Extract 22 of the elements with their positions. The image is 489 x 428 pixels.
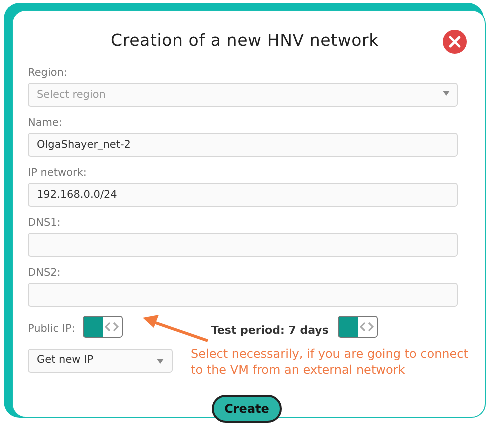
annotation-arrow bbox=[141, 313, 211, 343]
field-label: DNS2: bbox=[28, 266, 62, 281]
text-field[interactable]: 192.168.0.0/24 bbox=[28, 183, 458, 207]
text-field[interactable] bbox=[28, 233, 458, 257]
field-label: Name: bbox=[28, 116, 64, 131]
field-label: DNS1: bbox=[28, 216, 62, 231]
text-field[interactable] bbox=[28, 283, 458, 307]
toggle-switch[interactable] bbox=[83, 316, 124, 338]
annotation-text: Select necessarily, if you are going to connect to the VM from an external network bbox=[191, 346, 470, 378]
ip-dropdown[interactable]: Get new IP bbox=[28, 349, 173, 373]
region-dropdown[interactable]: Select region bbox=[28, 83, 458, 107]
caret-icon bbox=[443, 91, 450, 96]
text-field[interactable]: OlgaShayer_net-2 bbox=[28, 133, 458, 157]
field-label: Region: bbox=[28, 66, 68, 81]
close-icon[interactable] bbox=[443, 30, 467, 54]
caret-icon bbox=[157, 358, 164, 364]
field-label: IP network: bbox=[28, 166, 88, 181]
create-button[interactable]: Create bbox=[212, 395, 282, 423]
toggle-switch[interactable] bbox=[338, 316, 378, 338]
field-label: Public IP: bbox=[28, 322, 76, 337]
test-period-label: Test period: 7 days bbox=[211, 323, 329, 339]
dialog-title: Creation of a new HNV network bbox=[110, 30, 380, 52]
